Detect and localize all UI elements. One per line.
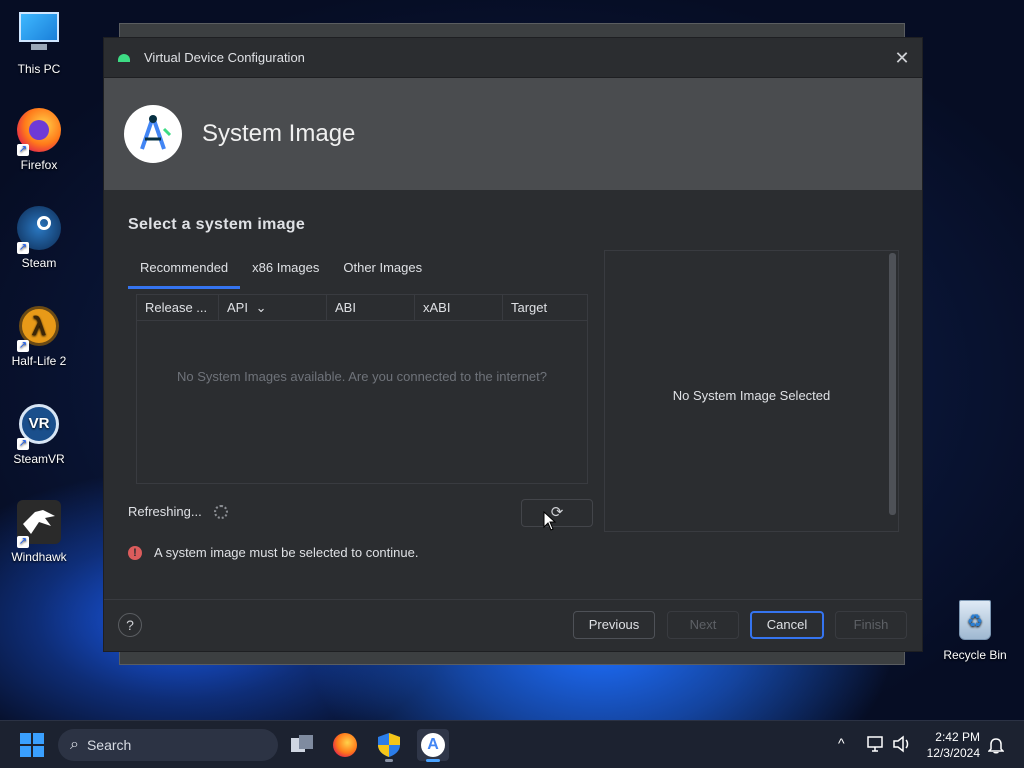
tab-other-images[interactable]: Other Images [331, 252, 434, 287]
close-button[interactable]: ✕ [890, 46, 914, 70]
previous-button[interactable]: Previous [573, 611, 655, 639]
loading-spinner-icon [213, 504, 228, 519]
volume-icon[interactable] [892, 735, 912, 753]
desktop-icon-firefox[interactable]: ↗ Firefox [1, 106, 77, 172]
clock-time: 2:42 PM [935, 730, 980, 744]
firefox-icon [333, 733, 357, 757]
dialog-content: Select a system image Recommended x86 Im… [104, 190, 922, 600]
shortcut-arrow-icon: ↗ [17, 438, 29, 450]
image-tabs: Recommended x86 Images Other Images [128, 252, 434, 289]
column-header-abi[interactable]: ABI [327, 295, 415, 320]
dialog-header: System Image [104, 78, 922, 190]
cancel-button[interactable]: Cancel [750, 611, 824, 639]
steamvr-icon: VR ↗ [15, 400, 63, 450]
desktop-icon-windhawk[interactable]: ↗ Windhawk [1, 498, 77, 564]
column-header-target[interactable]: Target [503, 295, 587, 320]
dialog-titlebar: Virtual Device Configuration ✕ [104, 38, 922, 78]
details-scrollbar[interactable] [889, 253, 896, 515]
search-label: Search [86, 737, 132, 753]
mouse-cursor-icon [543, 511, 557, 531]
desktop-icon-label: Windhawk [11, 550, 67, 564]
taskbar-search[interactable]: ⌕ Search [58, 729, 278, 761]
virtual-device-configuration-dialog: Virtual Device Configuration ✕ System Im… [103, 37, 923, 652]
task-view-icon [291, 735, 313, 752]
steam-icon: ↗ [15, 204, 63, 254]
validation-error: ! A system image must be selected to con… [128, 545, 418, 560]
column-header-xabi[interactable]: xABI [415, 295, 503, 320]
search-icon: ⌕ [70, 736, 79, 753]
table-header: Release ... API ⌄ ABI xABI Target [137, 295, 587, 321]
column-header-api[interactable]: API ⌄ [219, 295, 327, 320]
error-icon: ! [128, 545, 142, 560]
android-studio-icon [124, 105, 182, 163]
shortcut-arrow-icon: ↗ [17, 144, 29, 156]
section-subtitle: Select a system image [128, 216, 306, 233]
header-title: System Image [202, 120, 356, 147]
task-view-button[interactable] [286, 729, 318, 761]
desktop-icon-label: This PC [17, 62, 61, 76]
desktop-icon-recycle-bin[interactable]: ♻ Recycle Bin [937, 596, 1013, 662]
taskbar: ⌕ Search A ^ 2:42 PM 12/3/2024 [0, 720, 1024, 768]
android-icon [118, 53, 130, 62]
finish-button[interactable]: Finish [835, 611, 907, 639]
column-header-release[interactable]: Release ... [137, 295, 219, 320]
column-header-label: API [227, 300, 248, 315]
firefox-icon: ↗ [15, 106, 63, 156]
desktop-icon-label: Firefox [20, 158, 58, 172]
refresh-status-label: Refreshing... [128, 504, 202, 519]
tab-recommended[interactable]: Recommended [128, 252, 241, 289]
windows-logo-icon [20, 733, 44, 757]
system-clock[interactable]: 2:42 PM 12/3/2024 [927, 729, 980, 761]
next-button[interactable]: Next [667, 611, 739, 639]
help-button[interactable]: ? [118, 613, 142, 637]
taskbar-firefox[interactable] [329, 729, 361, 761]
image-details-panel: No System Image Selected [604, 250, 899, 532]
desktop-icon-this-pc[interactable]: This PC [1, 10, 77, 76]
desktop-icon-label: Half-Life 2 [11, 354, 67, 368]
desktop-icon-steamvr[interactable]: VR ↗ SteamVR [1, 400, 77, 466]
desktop-icon-steam[interactable]: ↗ Steam [1, 204, 77, 270]
start-button[interactable] [16, 729, 48, 761]
recycle-bin-icon: ♻ [951, 596, 999, 644]
taskbar-android-studio[interactable]: A [417, 729, 449, 762]
sort-chevron-icon: ⌄ [255, 300, 267, 315]
tab-x86-images[interactable]: x86 Images [240, 252, 331, 287]
windhawk-icon: ↗ [15, 498, 63, 548]
desktop-icon-label: Steam [21, 256, 57, 270]
details-empty-message: No System Image Selected [672, 388, 831, 403]
half-life-icon: λ ↗ [15, 302, 63, 352]
dialog-footer: ? Previous Next Cancel Finish [104, 599, 922, 651]
shortcut-arrow-icon: ↗ [17, 340, 29, 352]
desktop-icon-label: SteamVR [13, 452, 65, 466]
network-icon[interactable] [866, 735, 886, 753]
refresh-button[interactable]: ⟳ [521, 499, 593, 527]
notification-bell-icon[interactable] [988, 736, 1004, 754]
table-empty-message: No System Images available. Are you conn… [177, 369, 547, 384]
shield-icon [378, 733, 400, 757]
show-hidden-icons-chevron-icon[interactable]: ^ [838, 735, 845, 751]
clock-date: 12/3/2024 [926, 746, 980, 760]
shortcut-arrow-icon: ↗ [17, 536, 29, 548]
desktop-icon-label: Recycle Bin [943, 648, 1007, 662]
system-image-table: Release ... API ⌄ ABI xABI Target No Sys… [136, 294, 588, 484]
window-title: Virtual Device Configuration [144, 50, 305, 65]
monitor-icon [15, 10, 63, 58]
shortcut-arrow-icon: ↗ [17, 242, 29, 254]
refresh-status: Refreshing... [128, 504, 228, 519]
android-studio-icon: A [421, 733, 445, 757]
taskbar-security[interactable] [373, 729, 405, 762]
desktop-icon-half-life-2[interactable]: λ ↗ Half-Life 2 [1, 302, 77, 368]
error-message: A system image must be selected to conti… [154, 545, 419, 560]
